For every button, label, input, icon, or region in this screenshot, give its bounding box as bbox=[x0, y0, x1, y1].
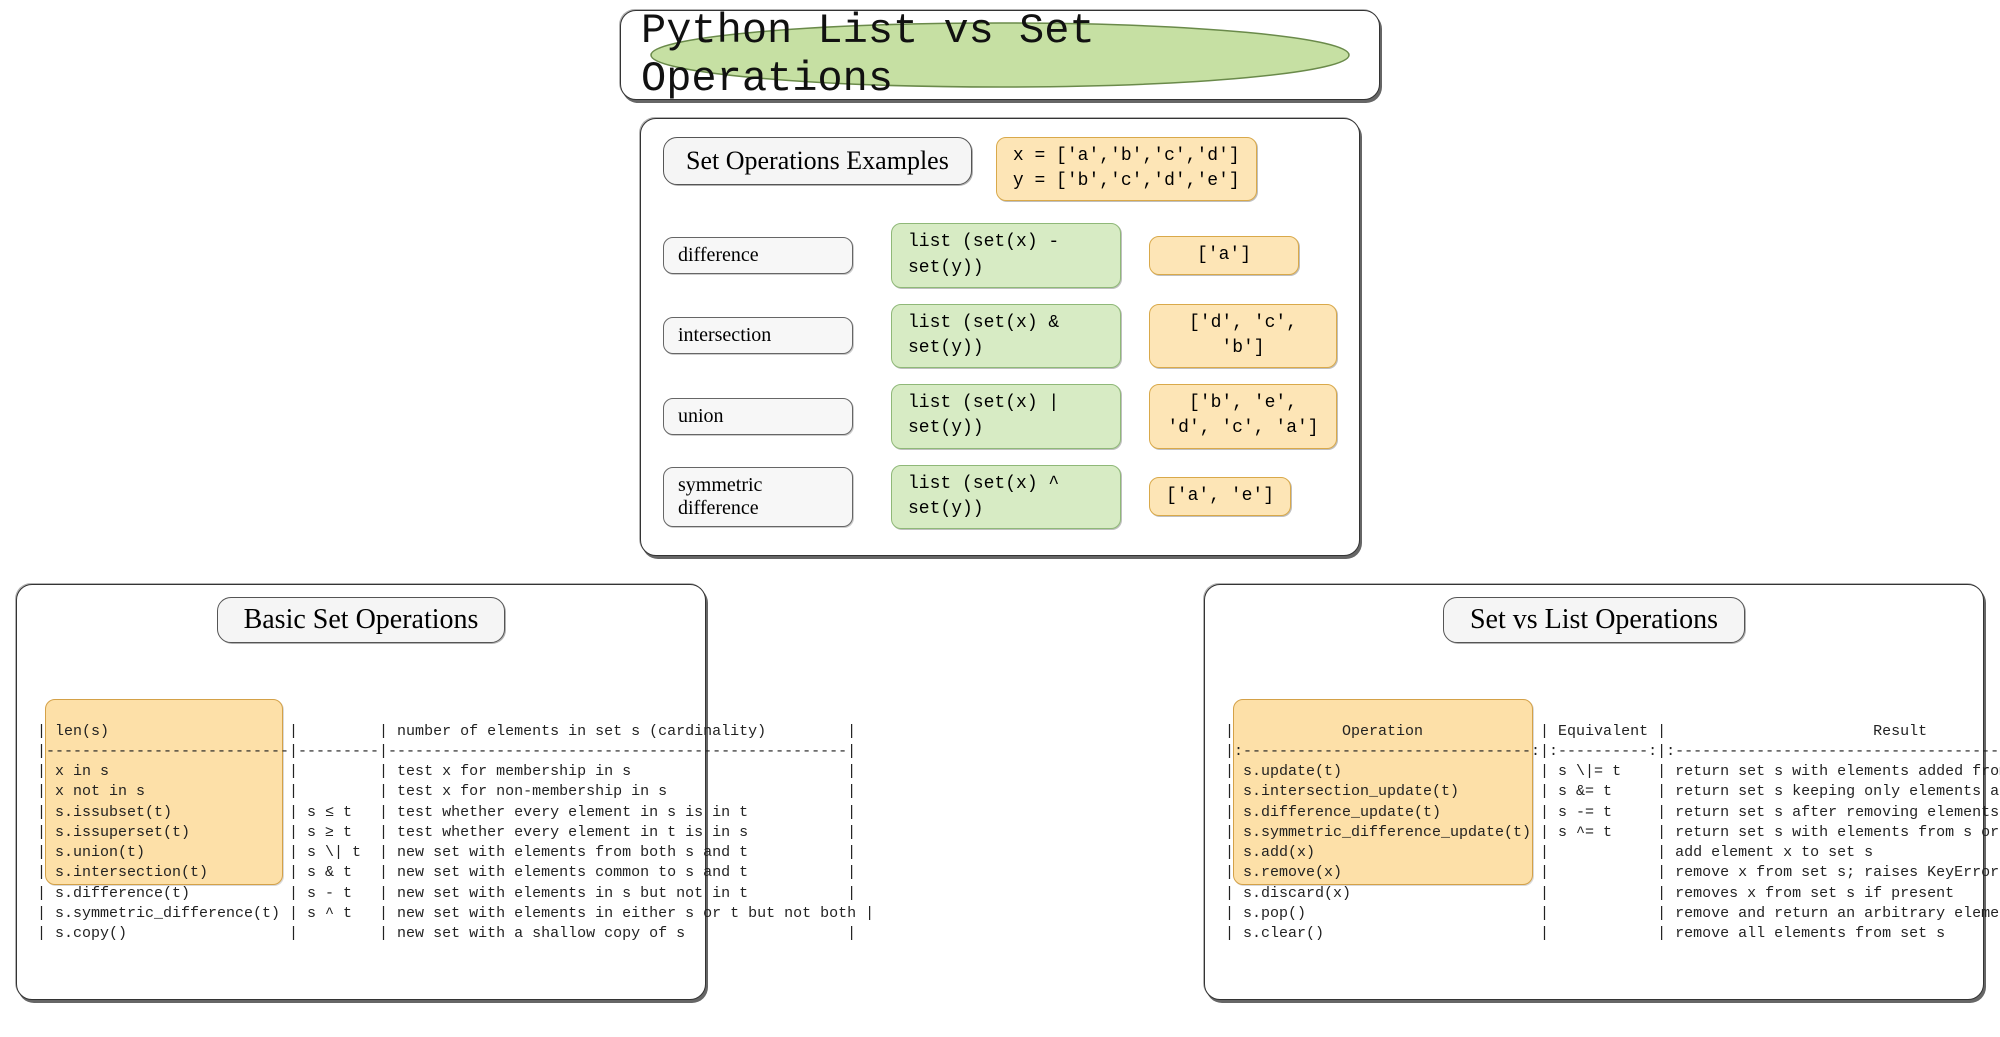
basic-ops-panel: Basic Set Operations | len(s) | | number… bbox=[16, 584, 706, 1000]
setup-code-box: x = ['a','b','c','d'] y = ['b','c','d','… bbox=[996, 137, 1257, 201]
result-difference: ['a'] bbox=[1149, 236, 1299, 275]
example-row-intersection: intersection list (set(x) & set(y)) ['d'… bbox=[663, 304, 1337, 368]
vs-ops-heading: Set vs List Operations bbox=[1443, 597, 1745, 643]
examples-panel: Set Operations Examples x = ['a','b','c'… bbox=[640, 118, 1360, 556]
label-difference: difference bbox=[663, 237, 853, 274]
result-intersection: ['d', 'c', 'b'] bbox=[1149, 304, 1337, 368]
vs-ops-table-text: | Operation | Equivalent | Result | |:--… bbox=[1225, 722, 1963, 945]
basic-ops-heading: Basic Set Operations bbox=[217, 597, 506, 643]
label-symdiff: symmetric difference bbox=[663, 467, 853, 527]
expr-union: list (set(x) | set(y)) bbox=[891, 384, 1121, 448]
setup-y: y = ['b','c','d','e'] bbox=[1013, 169, 1240, 194]
page-title: Python List vs Set Operations bbox=[641, 7, 1359, 103]
vs-ops-table: | Operation | Equivalent | Result | |:--… bbox=[1225, 661, 1963, 985]
expr-symdiff: list (set(x) ^ set(y)) bbox=[891, 465, 1121, 529]
label-union: union bbox=[663, 398, 853, 435]
expr-difference: list (set(x) - set(y)) bbox=[891, 223, 1121, 287]
example-row-symdiff: symmetric difference list (set(x) ^ set(… bbox=[663, 465, 1337, 529]
basic-ops-table: | len(s) | | number of elements in set s… bbox=[37, 661, 685, 985]
result-union: ['b', 'e', 'd', 'c', 'a'] bbox=[1149, 384, 1337, 448]
setup-x: x = ['a','b','c','d'] bbox=[1013, 144, 1240, 169]
example-row-union: union list (set(x) | set(y)) ['b', 'e', … bbox=[663, 384, 1337, 448]
vs-ops-panel: Set vs List Operations | Operation | Equ… bbox=[1204, 584, 1984, 1000]
examples-heading: Set Operations Examples bbox=[663, 137, 972, 185]
label-intersection: intersection bbox=[663, 317, 853, 354]
title-ellipse: Python List vs Set Operations bbox=[641, 19, 1359, 91]
expr-intersection: list (set(x) & set(y)) bbox=[891, 304, 1121, 368]
example-row-difference: difference list (set(x) - set(y)) ['a'] bbox=[663, 223, 1337, 287]
basic-ops-table-text: | len(s) | | number of elements in set s… bbox=[37, 722, 685, 945]
title-panel: Python List vs Set Operations bbox=[620, 10, 1380, 100]
result-symdiff: ['a', 'e'] bbox=[1149, 477, 1291, 516]
